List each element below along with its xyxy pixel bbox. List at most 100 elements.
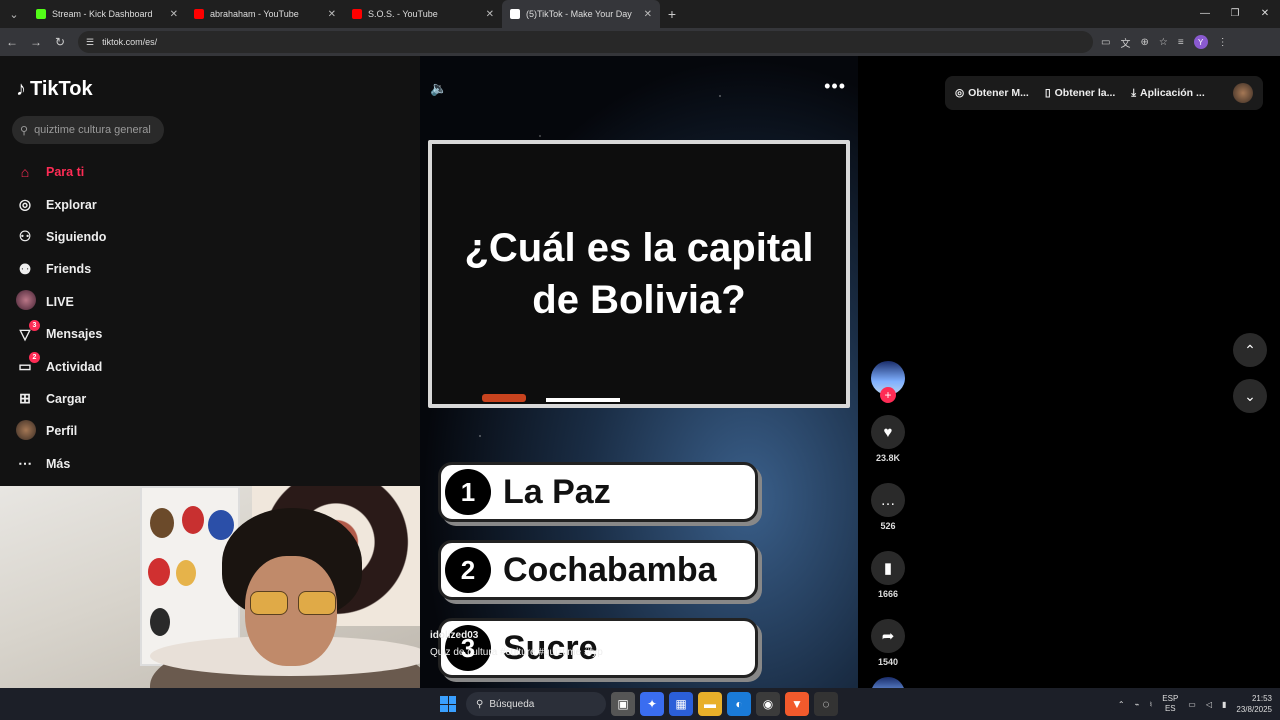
url-text: tiktok.com/es/	[102, 37, 158, 47]
tab-1[interactable]: abrahaham - YouTube ✕	[186, 0, 344, 28]
sidebar-item-label: Cargar	[46, 391, 87, 406]
tiktok-logo[interactable]: ♪ TikTok	[16, 78, 93, 101]
reading-list-icon[interactable]: ≡	[1178, 37, 1184, 48]
site-info-icon[interactable]: ☰	[86, 37, 94, 48]
microphone-icon[interactable]: ♮	[1149, 700, 1152, 709]
brave-icon[interactable]: ▼	[785, 692, 809, 716]
get-app-button[interactable]: ▯ Obtener la...	[1045, 87, 1115, 99]
url-field[interactable]: ☰ tiktok.com/es/	[78, 31, 1093, 53]
answer-label: Cochabamba	[503, 550, 717, 589]
answer-number: 2	[445, 547, 491, 593]
like-button[interactable]: ♥	[871, 415, 905, 449]
windows-start-icon[interactable]	[440, 696, 456, 712]
zoom-icon[interactable]: ⊕	[1140, 37, 1148, 48]
sidebar-nav: ⌂ Para ti ◎ Explorar ⚇ Siguiendo ⚉ Frien…	[16, 156, 106, 480]
comment-button[interactable]: …	[871, 483, 905, 517]
store-icon[interactable]: ▦	[669, 692, 693, 716]
video-player[interactable]: 🔈 ••• ¿Cuál es la capital de Bolivia? 1 …	[420, 56, 858, 688]
taskbar-search[interactable]: ⚲ Búsqueda	[466, 692, 606, 716]
activity-icon: ▭ 2	[16, 352, 40, 375]
coin-icon: ◎	[955, 87, 965, 99]
follow-plus-icon[interactable]: +	[880, 387, 896, 403]
browser-menu-icon[interactable]: ⋮	[1218, 37, 1228, 48]
sidebar-item-para-ti[interactable]: ⌂ Para ti	[16, 156, 106, 188]
friends-icon: ⚉	[18, 260, 32, 277]
minimize-icon[interactable]: —	[1190, 0, 1220, 28]
forward-icon[interactable]: →	[24, 35, 48, 49]
window-controls: — ❐ ✕	[1190, 0, 1280, 28]
tab-close-icon[interactable]: ✕	[486, 9, 494, 20]
display-icon[interactable]: ▭	[1188, 700, 1196, 709]
share-button[interactable]: ➦	[871, 619, 905, 653]
like-count: 23.8K	[875, 453, 901, 463]
file-explorer-icon[interactable]: ▬	[698, 692, 722, 716]
sidebar-item-friends[interactable]: ⚉ Friends	[16, 253, 106, 285]
tab-3[interactable]: (5)TikTok - Make Your Day ✕	[502, 0, 660, 28]
obs-icon[interactable]: ◌	[814, 692, 838, 716]
following-icon: ⚇	[18, 228, 32, 245]
sidebar-item-live[interactable]: LIVE	[16, 286, 106, 318]
chevron-up-icon: ⌃	[1244, 341, 1256, 358]
tab-search-icon[interactable]: ⌄	[0, 0, 28, 28]
battery-icon[interactable]: ▮	[1222, 700, 1226, 709]
network-icon[interactable]: ⌁	[1135, 700, 1140, 709]
translate-icon[interactable]: 文	[1120, 35, 1130, 50]
sidebar-item-mensajes[interactable]: ▽ 3 Mensajes	[16, 318, 106, 350]
tiktok-favicon-icon	[510, 9, 520, 19]
video-author[interactable]: idolized03	[430, 630, 603, 641]
sunglasses	[250, 591, 336, 615]
get-coins-button[interactable]: ◎ Obtener M...	[955, 87, 1029, 99]
sidebar-item-actividad[interactable]: ▭ 2 Actividad	[16, 350, 106, 382]
sidebar-item-label: Siguiendo	[46, 229, 107, 244]
tab-0[interactable]: Stream - Kick Dashboard ✕	[28, 0, 186, 28]
home-icon: ⌂	[20, 164, 30, 181]
answer-option-2: 2 Cochabamba	[438, 540, 758, 600]
speaker-icon[interactable]: ◁	[1206, 700, 1212, 709]
cast-icon[interactable]: ▭	[1101, 37, 1110, 48]
sidebar-item-label: Actividad	[46, 359, 103, 374]
sidebar-item-perfil[interactable]: Perfil	[16, 415, 106, 447]
profile-avatar-icon[interactable]: Y	[1193, 35, 1208, 49]
user-avatar[interactable]	[1233, 83, 1253, 103]
lang-top: ESP	[1162, 694, 1179, 703]
sidebar-item-cargar[interactable]: ⊞ Cargar	[16, 383, 106, 415]
video-caption: Quiz de cultura #culture #quiztime #fyp	[430, 647, 603, 658]
sidebar-item-siguiendo[interactable]: ⚇ Siguiendo	[16, 221, 107, 253]
sidebar-item-mas[interactable]: ⋯ Más	[16, 448, 106, 480]
chrome-icon[interactable]: ◉	[756, 692, 780, 716]
tray-expand-icon[interactable]: ⌃	[1118, 700, 1125, 709]
youtube-favicon-icon	[194, 9, 204, 19]
clock[interactable]: 21:53 23/8/2025	[1236, 693, 1272, 715]
desktop-app-label: Aplicación ...	[1139, 87, 1205, 99]
back-icon[interactable]: ←	[0, 35, 24, 49]
timer-bar	[482, 394, 526, 402]
sidebar-item-explorar[interactable]: ◎ Explorar	[16, 188, 106, 220]
desktop-app-button[interactable]: ⤓ Aplicación ...	[1131, 87, 1204, 100]
previous-video-button[interactable]: ⌃	[1233, 333, 1267, 367]
clock-time: 21:53	[1251, 694, 1272, 703]
bookmark-star-icon[interactable]: ☆	[1159, 37, 1168, 48]
search-input[interactable]: ⚲ quiztime cultura general	[12, 116, 164, 144]
share-arrow-icon: ➦	[881, 628, 895, 645]
creator-avatar[interactable]: +	[871, 361, 905, 403]
tab-close-icon[interactable]: ✕	[170, 9, 178, 20]
next-video-button[interactable]: ⌄	[1233, 379, 1267, 413]
task-view-icon[interactable]: ▣	[611, 692, 635, 716]
sidebar-item-label: Perfil	[46, 424, 78, 439]
new-tab-icon[interactable]: +	[660, 0, 684, 28]
search-icon: ⚲	[476, 698, 484, 710]
edge-icon[interactable]: ◐	[727, 692, 751, 716]
tab-close-icon[interactable]: ✕	[644, 9, 652, 20]
reload-icon[interactable]: ↻	[48, 35, 72, 49]
save-button[interactable]: ▮	[871, 551, 905, 585]
tab-2[interactable]: S.O.S. - YouTube ✕	[344, 0, 502, 28]
more-options-icon[interactable]: •••	[824, 76, 846, 97]
copilot-icon[interactable]: ✦	[640, 692, 664, 716]
search-icon: ⚲	[20, 124, 29, 137]
close-window-icon[interactable]: ✕	[1250, 0, 1280, 28]
tiktok-note-icon: ♪	[16, 78, 26, 100]
volume-icon[interactable]: 🔈	[430, 80, 447, 97]
tab-close-icon[interactable]: ✕	[328, 9, 336, 20]
language-indicator[interactable]: ESP ES	[1162, 694, 1178, 714]
maximize-icon[interactable]: ❐	[1220, 0, 1250, 28]
